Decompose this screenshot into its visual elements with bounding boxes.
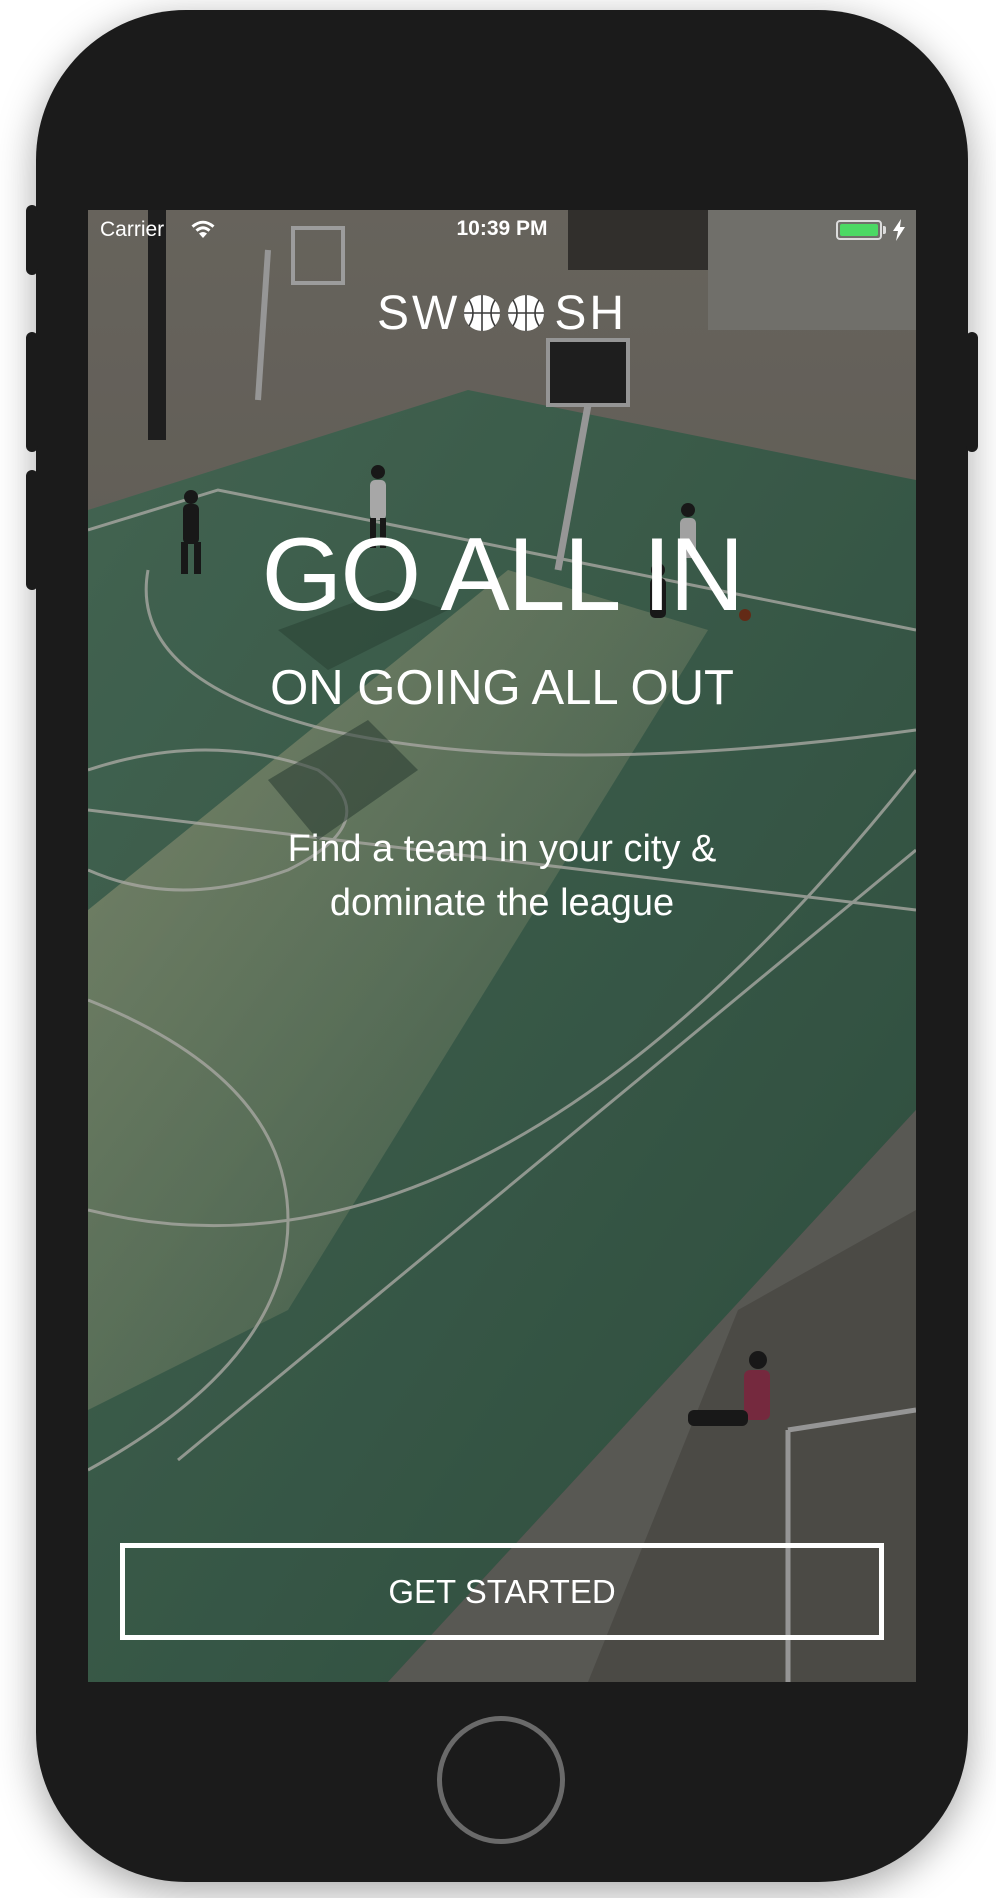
power-button bbox=[966, 332, 978, 452]
volume-down-button bbox=[26, 470, 38, 590]
get-started-button[interactable]: GET STARTED bbox=[120, 1543, 884, 1640]
battery-icon bbox=[836, 220, 882, 240]
app-logo: SW SH bbox=[88, 285, 916, 341]
logo-suffix: SH bbox=[554, 286, 627, 340]
basketball-icon bbox=[508, 295, 545, 331]
volume-up-button bbox=[26, 332, 38, 452]
status-time: 10:39 PM bbox=[456, 217, 548, 240]
screen: Carrier 10:39 PM SW SH GO ALL IN ON GOIN… bbox=[88, 210, 916, 1682]
tagline-line-2: dominate the league bbox=[329, 882, 675, 924]
battery-level bbox=[840, 224, 878, 236]
tagline-line-1: Find a team in your city & bbox=[287, 828, 717, 870]
charging-bolt-icon bbox=[893, 219, 905, 241]
home-button[interactable] bbox=[437, 1716, 565, 1844]
dark-overlay bbox=[88, 210, 916, 1682]
status-bar: Carrier 10:39 PM bbox=[88, 210, 916, 254]
headline: GO ALL IN bbox=[261, 517, 744, 633]
logo-prefix: SW bbox=[376, 286, 461, 340]
subheadline: ON GOING ALL OUT bbox=[270, 661, 734, 715]
mute-switch bbox=[26, 205, 38, 275]
basketball-icon bbox=[464, 295, 501, 331]
battery-cap bbox=[883, 226, 886, 234]
tagline: Find a team in your city & dominate the … bbox=[88, 822, 916, 930]
